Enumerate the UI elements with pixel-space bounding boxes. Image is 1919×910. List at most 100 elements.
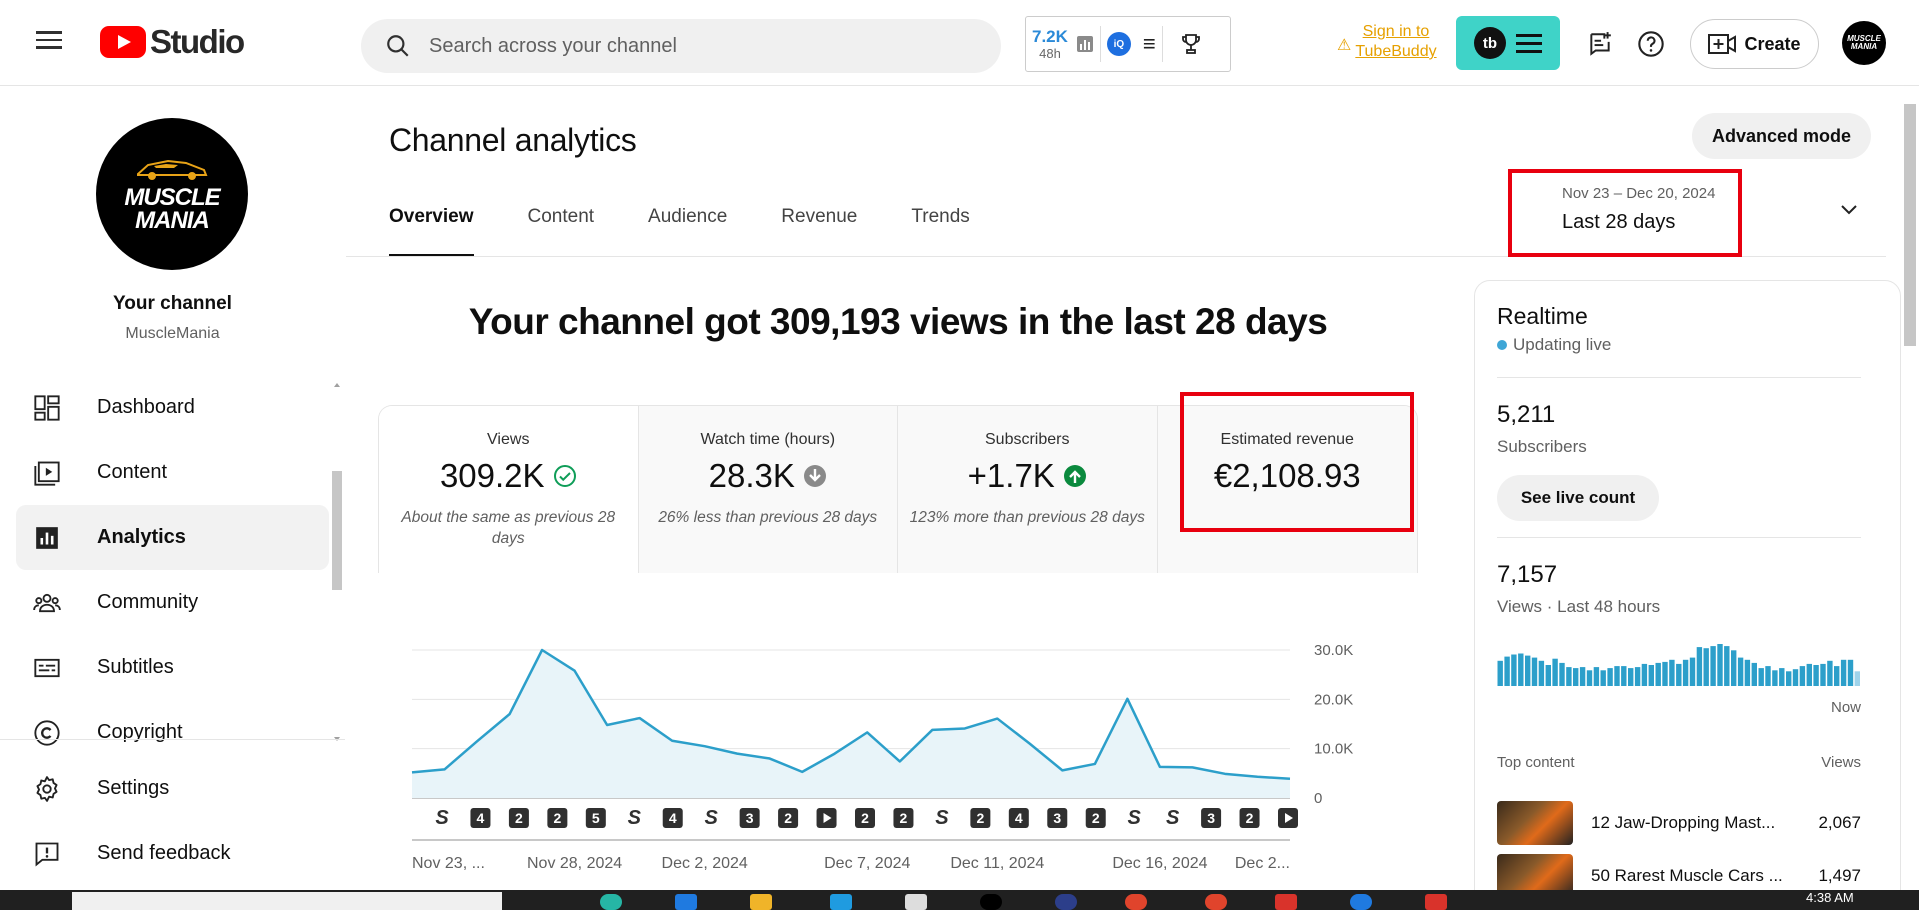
app-icon[interactable] bbox=[980, 894, 1002, 910]
help-icon[interactable] bbox=[1631, 24, 1671, 64]
list-icon[interactable]: ≡ bbox=[1143, 31, 1156, 57]
metric-name: Watch time (hours) bbox=[700, 431, 836, 448]
upload-count-label: 2 bbox=[553, 810, 561, 826]
upload-count-label: 2 bbox=[1092, 810, 1100, 826]
sidebar-scrollbar[interactable] bbox=[332, 383, 342, 743]
hourly-views-bar bbox=[1792, 669, 1799, 686]
create-button[interactable]: Create bbox=[1690, 19, 1819, 69]
account-avatar[interactable]: MUSCLE MANIA bbox=[1842, 21, 1886, 65]
metric-value: +1.7K bbox=[967, 457, 1055, 494]
browser-icon[interactable] bbox=[1125, 894, 1147, 910]
bar-chart-icon[interactable] bbox=[1076, 35, 1094, 53]
search-bar[interactable] bbox=[361, 19, 1001, 73]
scroll-up-arrow-icon[interactable] bbox=[332, 381, 342, 389]
sidebar-item-content[interactable]: Content bbox=[16, 440, 329, 505]
date-range-picker[interactable]: Nov 23 – Dec 20, 2024 Last 28 days bbox=[1508, 169, 1742, 257]
sidebar-item-settings[interactable]: Settings bbox=[16, 756, 329, 821]
video-views: 1,497 bbox=[1818, 866, 1861, 885]
community-icon bbox=[32, 588, 62, 618]
x-tick-label: Dec 11, 2024 bbox=[950, 855, 1044, 872]
metric-card-watch-time[interactable]: Watch time (hours) 28.3K 26% less than p… bbox=[638, 406, 898, 573]
analytics-tabs: Overview Content Audience Revenue Trends bbox=[389, 206, 1024, 257]
top-content-row[interactable]: 12 Jaw-Dropping Mast... 2,067 bbox=[1497, 801, 1861, 845]
advanced-mode-button[interactable]: Advanced mode bbox=[1692, 113, 1871, 159]
app-icon[interactable] bbox=[1205, 894, 1227, 910]
metric-card-subscribers[interactable]: Subscribers +1.7K 123% more than previou… bbox=[898, 406, 1158, 573]
hourly-views-bar bbox=[1840, 659, 1847, 686]
views-chart[interactable]: 30.0K 20.0K 10.0K 0 S 4 2 2 5 S 4 S 3 2 2 2 S 2 4 3 2 S S 3 2 Nov… bbox=[378, 600, 1418, 890]
sidebar-item-label: Subtitles bbox=[97, 656, 174, 678]
hourly-views-bar bbox=[1634, 667, 1641, 686]
hourly-views-bar bbox=[1703, 648, 1709, 686]
top-content-label: Top content bbox=[1497, 754, 1575, 771]
studio-logo[interactable]: Studio bbox=[100, 23, 245, 60]
realtime-title: Realtime bbox=[1497, 303, 1588, 329]
tab-audience[interactable]: Audience bbox=[648, 206, 727, 256]
main-scrollbar[interactable] bbox=[1904, 100, 1916, 880]
tab-trends[interactable]: Trends bbox=[911, 206, 969, 256]
sidebar-item-subtitles[interactable]: Subtitles bbox=[16, 635, 329, 700]
sidebar-item-send-feedback[interactable]: Send feedback bbox=[16, 821, 329, 886]
sidebar-item-dashboard[interactable]: Dashboard bbox=[16, 375, 329, 440]
app-icon[interactable] bbox=[1425, 894, 1447, 910]
app-icon[interactable] bbox=[905, 894, 927, 910]
metric-name: Subscribers bbox=[985, 431, 1070, 448]
taskbar: 4:38 AM bbox=[0, 890, 1919, 910]
sidebar-item-community[interactable]: Community bbox=[16, 570, 329, 635]
shorts-marker-icon: S bbox=[935, 807, 949, 829]
app-icon[interactable] bbox=[1055, 894, 1077, 910]
hourly-views-bar bbox=[1538, 660, 1545, 686]
hourly-views-bar bbox=[1834, 666, 1840, 686]
search-input[interactable] bbox=[429, 34, 969, 58]
shorts-marker-icon: S bbox=[705, 807, 719, 829]
tab-overview[interactable]: Overview bbox=[389, 206, 474, 257]
hourly-views-bar bbox=[1676, 663, 1682, 686]
metric-card-views[interactable]: Views 309.2K About the same as previous … bbox=[379, 406, 639, 573]
divider bbox=[1161, 26, 1163, 62]
divider bbox=[1497, 537, 1861, 538]
trophy-icon[interactable] bbox=[1179, 32, 1203, 56]
sidebar-item-analytics[interactable]: Analytics bbox=[16, 505, 329, 570]
hamburger-menu-icon[interactable] bbox=[30, 26, 70, 60]
vidiq-widget[interactable]: 7.2K 48h iQ ≡ bbox=[1025, 16, 1231, 72]
realtime-views-sparkline[interactable] bbox=[1497, 638, 1861, 686]
sidebar-item-label: Dashboard bbox=[97, 396, 195, 418]
search-icon bbox=[387, 35, 409, 57]
chevron-down-icon[interactable] bbox=[1838, 200, 1860, 218]
channel-avatar[interactable]: MUSCLE MANIA bbox=[96, 118, 248, 270]
metric-name: Views bbox=[487, 431, 530, 448]
tab-content[interactable]: Content bbox=[528, 206, 595, 256]
hourly-views-bar bbox=[1497, 660, 1503, 686]
main-scrollbar-thumb[interactable] bbox=[1904, 104, 1916, 346]
hourly-views-bar bbox=[1566, 667, 1572, 686]
car-logo-icon bbox=[137, 159, 208, 180]
sidebar-scrollbar-thumb[interactable] bbox=[332, 471, 342, 590]
app-icon[interactable] bbox=[1350, 894, 1372, 910]
check-circle-icon bbox=[553, 465, 576, 487]
top-content-header: Top content Views bbox=[1497, 754, 1861, 771]
y-tick-label: 20.0K bbox=[1314, 691, 1353, 708]
warning-icon: ⚠ bbox=[1337, 37, 1352, 54]
vidiq-logo-icon[interactable]: iQ bbox=[1106, 32, 1131, 56]
app-icon[interactable] bbox=[830, 894, 852, 910]
app-icon[interactable] bbox=[1275, 894, 1297, 910]
hourly-views-bar bbox=[1731, 650, 1737, 686]
app-icon[interactable] bbox=[675, 894, 697, 910]
app-icon[interactable] bbox=[600, 894, 622, 910]
add-subtitles-icon[interactable] bbox=[1580, 24, 1620, 64]
hourly-views-bar bbox=[1504, 656, 1510, 686]
folder-icon[interactable] bbox=[750, 894, 772, 910]
see-live-count-button[interactable]: See live count bbox=[1497, 475, 1659, 521]
tab-revenue[interactable]: Revenue bbox=[781, 206, 857, 256]
upload-count-label: 4 bbox=[669, 810, 677, 826]
youtube-logo-icon bbox=[100, 26, 146, 58]
tubebuddy-signin-link[interactable]: ⚠ Sign in to TubeBuddy bbox=[1337, 22, 1437, 62]
sidebar-item-label: Send feedback bbox=[97, 842, 231, 864]
tubebuddy-signin-line2: TubeBuddy bbox=[1355, 43, 1437, 60]
taskbar-search[interactable] bbox=[72, 892, 502, 910]
x-tick-label: Nov 28, 2024 bbox=[527, 855, 622, 872]
sidebar: MUSCLE MANIA Your channel MuscleMania Da… bbox=[0, 87, 345, 887]
tubebuddy-menu-button[interactable]: tb bbox=[1456, 16, 1560, 70]
studio-logo-text: Studio bbox=[150, 23, 245, 60]
subtitles-icon bbox=[32, 653, 62, 683]
